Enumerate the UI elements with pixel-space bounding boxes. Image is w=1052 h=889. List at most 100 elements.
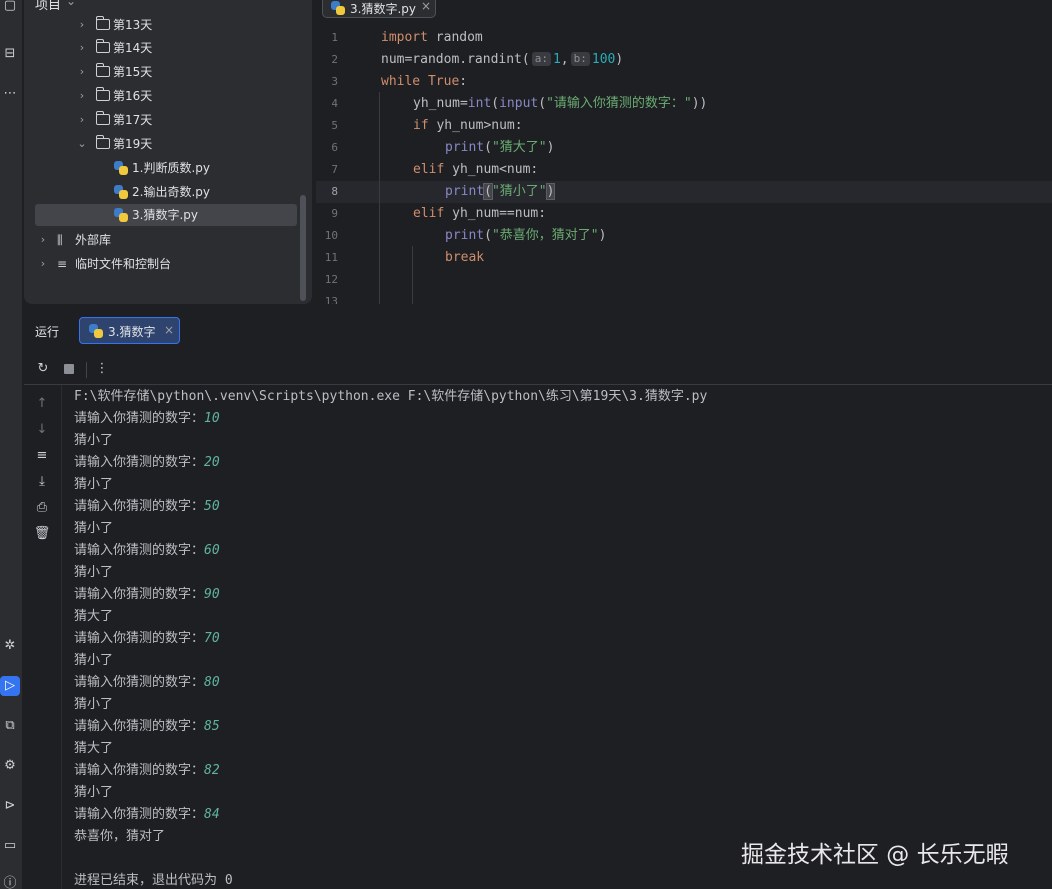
- services-icon[interactable]: ⚙: [0, 756, 20, 776]
- services-run-icon[interactable]: ⊳: [0, 796, 20, 816]
- console-prompt-line: 请输入你猜测的数字：10: [74, 411, 220, 426]
- print-icon[interactable]: ⎙: [33, 499, 51, 517]
- soft-wrap-icon[interactable]: ≡: [33, 447, 51, 465]
- console-prompt-line: 请输入你猜测的数字：90: [74, 587, 220, 602]
- param-hint: b:: [570, 52, 590, 66]
- console-prompt-line: 请输入你猜测的数字：85: [74, 719, 220, 734]
- folder-icon: [96, 63, 110, 77]
- close-icon[interactable]: ×: [421, 0, 431, 13]
- tree-item-scratches[interactable]: › ≡ 临时文件和控制台: [24, 253, 312, 275]
- run-header: 运行 3.猜数字 ×: [24, 312, 1052, 348]
- python-packages-icon[interactable]: ⧉: [0, 716, 20, 736]
- console-output-line: 猜小了: [74, 477, 114, 492]
- folder-icon: [96, 39, 110, 53]
- project-panel: 项目 ⌄ › 第13天 › 第14天 › 第15天 › 第16天 › 第17天 …: [24, 0, 312, 304]
- chevron-right-icon[interactable]: ›: [76, 37, 88, 59]
- tree-item-label: 外部库: [75, 233, 112, 247]
- chevron-right-icon[interactable]: ›: [37, 253, 49, 275]
- console-output-line: 猜小了: [74, 697, 114, 712]
- project-scrollbar[interactable]: [300, 195, 306, 301]
- chevron-right-icon[interactable]: ›: [76, 14, 88, 36]
- rerun-icon[interactable]: ↻: [34, 360, 52, 378]
- structure-icon[interactable]: ⊟: [0, 44, 20, 64]
- chevron-down-icon[interactable]: ⌄: [66, 0, 76, 8]
- console-exit-message: 进程已结束，退出代码为 0: [74, 873, 233, 888]
- chevron-right-icon[interactable]: ›: [76, 85, 88, 107]
- code-line-2: num=random.randint(a: 1, b: 100): [381, 52, 624, 67]
- line-number: 9: [331, 207, 338, 220]
- stop-icon[interactable]: [60, 360, 78, 378]
- console-prompt-line: 请输入你猜测的数字：82: [74, 763, 220, 778]
- folder-icon: [96, 16, 110, 30]
- console-prompt-line: 请输入你猜测的数字：50: [74, 499, 220, 514]
- python-file-icon: [114, 208, 128, 222]
- console-prompt-line: 请输入你猜测的数字：20: [74, 455, 220, 470]
- problems-icon[interactable]: ⓘ: [0, 874, 20, 889]
- tree-item-label: 第19天: [113, 137, 153, 151]
- code-line-7: elif yh_num<num:: [413, 162, 539, 177]
- code-line-5: if yh_num>num:: [413, 118, 523, 133]
- project-title[interactable]: 项目: [35, 0, 61, 13]
- chevron-right-icon[interactable]: ›: [76, 109, 88, 131]
- down-arrow-icon[interactable]: ↓: [33, 421, 51, 439]
- tree-item-file[interactable]: 2.输出奇数.py: [24, 181, 312, 203]
- line-number: 3: [331, 75, 338, 88]
- chevron-right-icon[interactable]: ›: [37, 229, 49, 251]
- project-header: 项目 ⌄: [24, 0, 312, 14]
- code-line-3: while True:: [381, 74, 468, 89]
- tree-item-folder[interactable]: › 第17天: [24, 109, 312, 131]
- console-output-line: 猜小了: [74, 521, 114, 536]
- line-number: 8: [331, 185, 338, 198]
- line-number: 7: [331, 163, 338, 176]
- debug-icon[interactable]: ✲: [0, 636, 20, 656]
- line-number: 1: [331, 31, 338, 44]
- scroll-to-end-icon[interactable]: ⤓: [33, 473, 51, 491]
- code-line-10: print("恭喜你，猜对了"): [445, 228, 607, 243]
- tree-item-folder[interactable]: ⌄ 第19天: [24, 133, 312, 155]
- console-side-toolbar: ↑ ↓ ≡ ⤓ ⎙ 🗑: [24, 385, 62, 889]
- line-number: 10: [324, 229, 338, 242]
- tree-item-folder[interactable]: › 第14天: [24, 37, 312, 59]
- chevron-right-icon[interactable]: ›: [76, 61, 88, 83]
- console-prompt-line: 请输入你猜测的数字：80: [74, 675, 220, 690]
- trash-icon[interactable]: 🗑: [33, 525, 51, 543]
- tree-item-file[interactable]: 1.判断质数.py: [24, 157, 312, 179]
- code-line-6: print("猜大了"): [445, 140, 555, 155]
- console-output-line: 猜大了: [74, 609, 114, 624]
- console-output-line: 猜小了: [74, 653, 114, 668]
- tree-item-file-selected[interactable]: 3.猜数字.py: [35, 204, 297, 226]
- up-arrow-icon[interactable]: ↑: [33, 395, 51, 413]
- console-prompt-line: 请输入你猜测的数字：60: [74, 543, 220, 558]
- code-line-9: elif yh_num==num:: [413, 206, 547, 221]
- project-icon[interactable]: ▢: [0, 0, 20, 16]
- line-number: 13: [324, 295, 338, 304]
- tree-item-label: 第17天: [113, 113, 153, 127]
- run-icon[interactable]: ▷: [0, 676, 20, 696]
- console-output-line: 猜小了: [74, 433, 114, 448]
- code-editor[interactable]: 3.猜数字.py × 1 2 3 4 5 6 7 8 9 10 11 12 13…: [316, 0, 1052, 304]
- tree-item-folder[interactable]: › 第13天: [24, 14, 312, 36]
- code-line-8: print("猜小了"): [445, 183, 556, 200]
- tree-item-folder[interactable]: › 第16天: [24, 85, 312, 107]
- run-tab[interactable]: 3.猜数字 ×: [79, 317, 180, 344]
- tree-item-label: 临时文件和控制台: [75, 257, 172, 271]
- run-tab-label: 3.猜数字: [108, 325, 156, 339]
- console-prompt-line: 请输入你猜测的数字：70: [74, 631, 220, 646]
- divider: [24, 384, 1052, 385]
- watermark: 掘金技术社区 @ 长乐无暇: [741, 842, 1009, 868]
- indent-guide: [379, 92, 380, 304]
- editor-tab[interactable]: 3.猜数字.py ×: [322, 0, 436, 18]
- tree-item-folder[interactable]: › 第15天: [24, 61, 312, 83]
- run-panel-title: 运行: [35, 325, 60, 339]
- more-icon[interactable]: ⋯: [0, 84, 20, 104]
- close-icon[interactable]: ×: [164, 323, 174, 337]
- tree-item-external-libraries[interactable]: › ⫼ 外部库: [24, 229, 312, 251]
- tree-item-label: 第13天: [113, 18, 153, 32]
- toolbar-separator: [86, 362, 87, 378]
- code-line-1: import random: [381, 30, 483, 45]
- terminal-icon[interactable]: ▭: [0, 836, 20, 856]
- chevron-down-icon[interactable]: ⌄: [76, 133, 88, 155]
- console-command: F:\软件存储\python\.venv\Scripts\python.exe …: [74, 389, 708, 404]
- indent-guide: [412, 246, 413, 304]
- more-options-icon[interactable]: ⋮: [93, 360, 111, 378]
